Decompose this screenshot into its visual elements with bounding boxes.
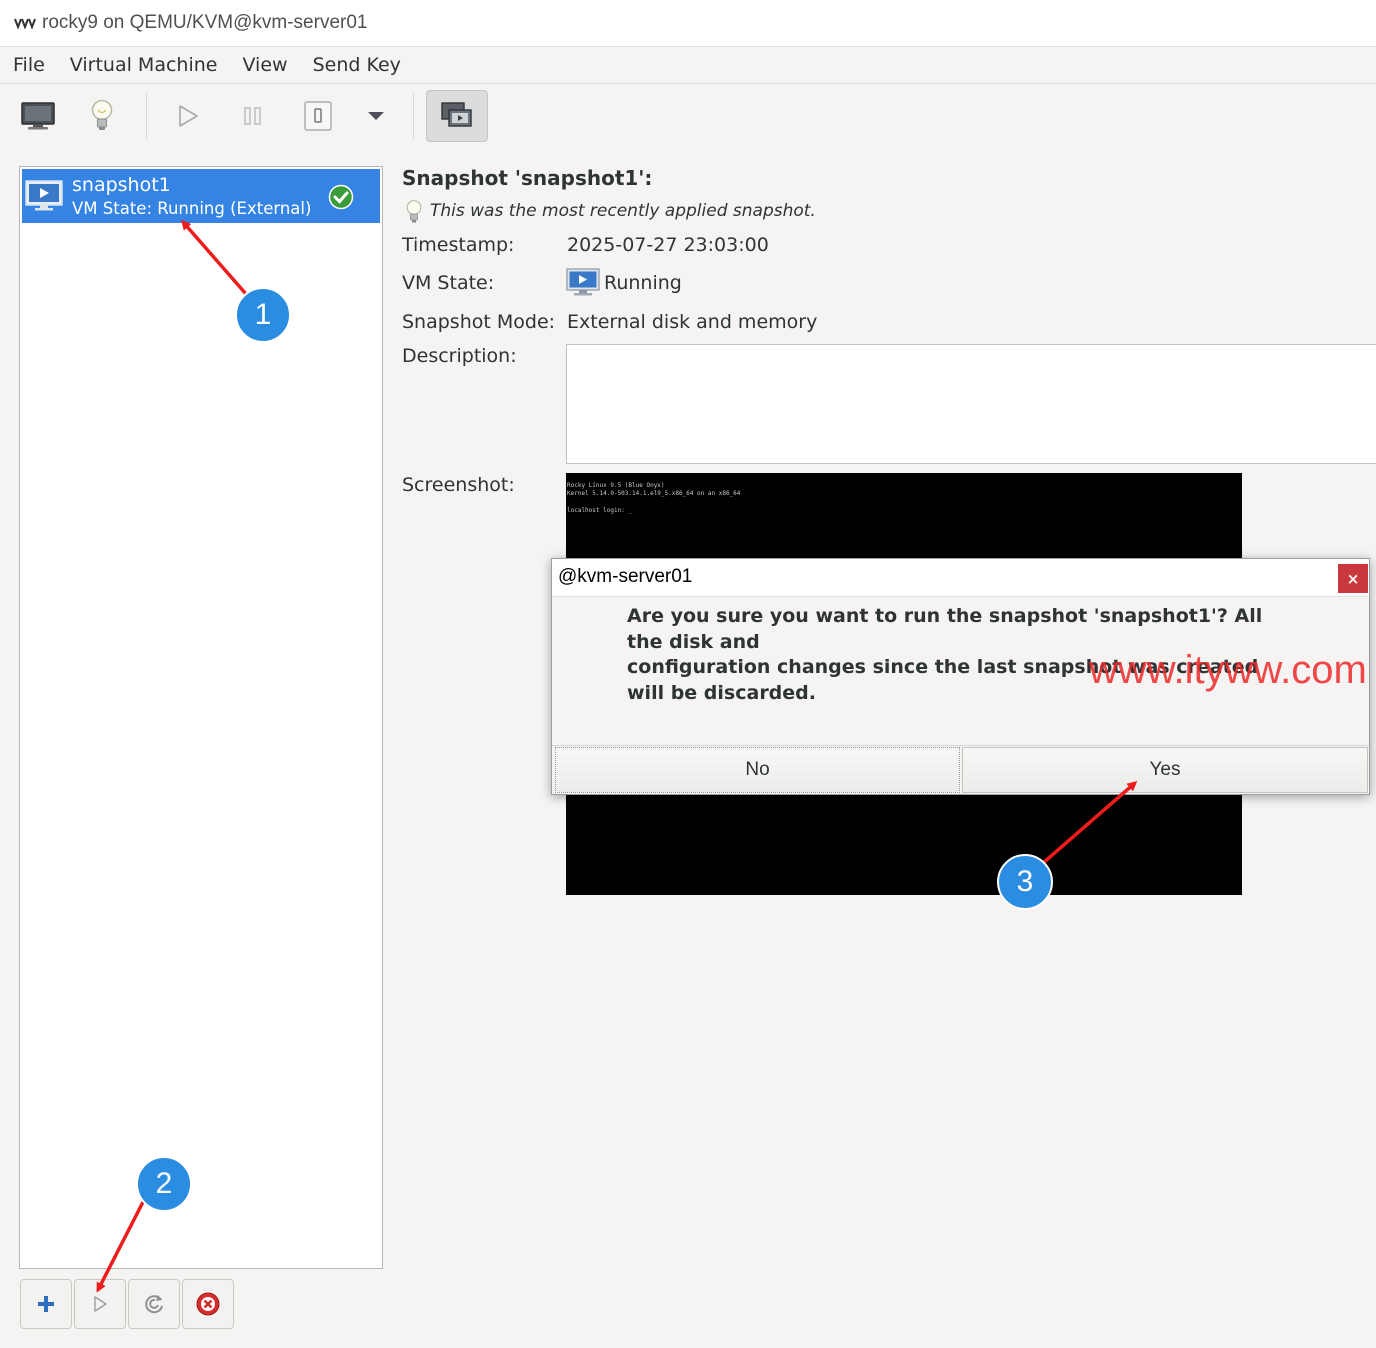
annotation-badge-2: 2 [136,1156,192,1212]
annotation-badge-1: 1 [235,287,291,343]
annotation-badge-3: 3 [997,854,1053,910]
annotation-arrows [96,219,1138,1293]
annotation-arrow-2 [96,1201,145,1293]
annotation-arrow-1 [181,219,248,296]
annotation-arrow-3 [1041,781,1138,865]
